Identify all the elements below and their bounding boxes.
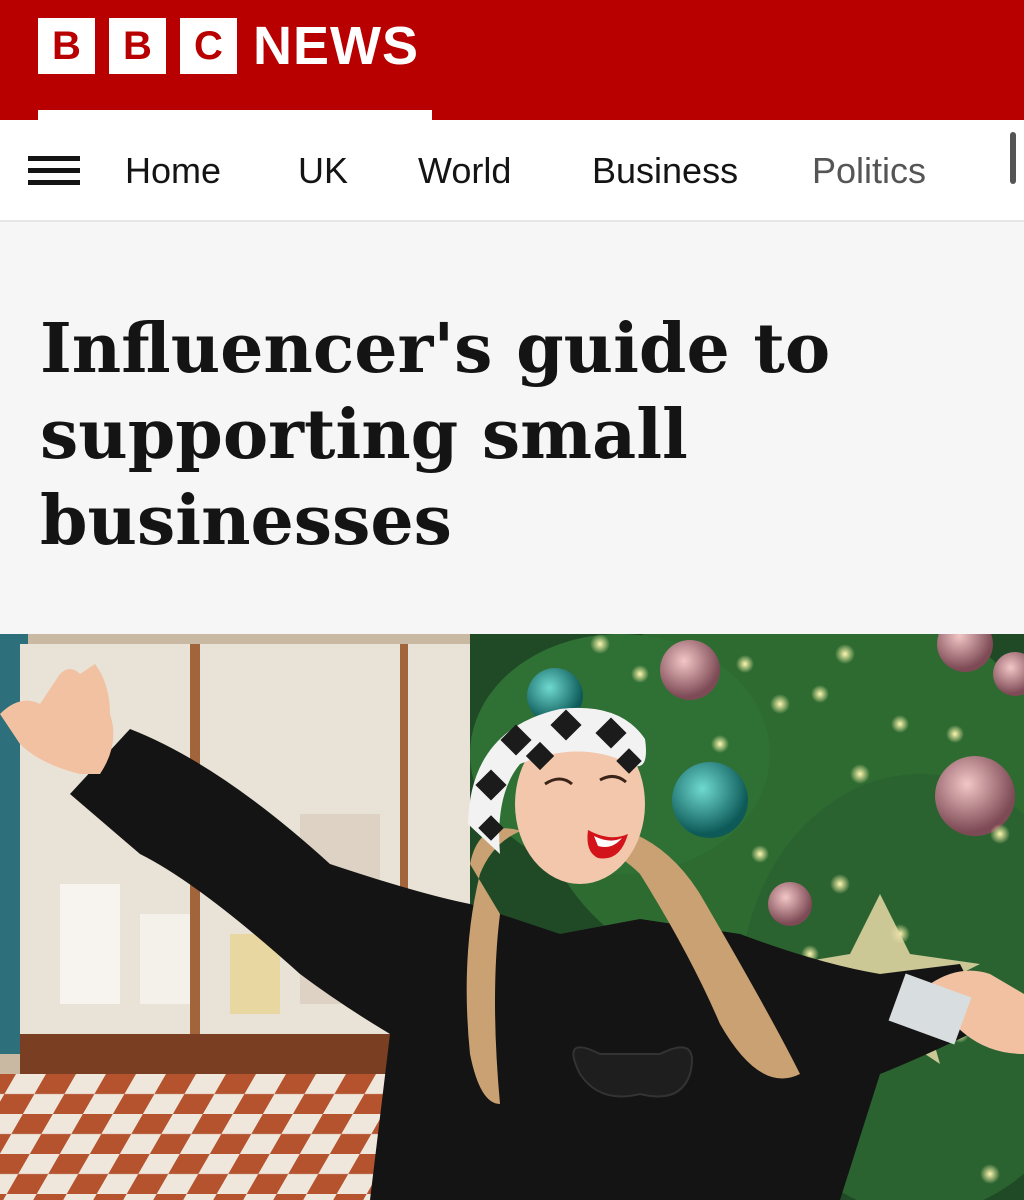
- logo-letter-b1: B: [38, 18, 95, 74]
- nav-item-business[interactable]: Business: [592, 150, 738, 192]
- hamburger-menu-icon[interactable]: [28, 156, 80, 186]
- primary-navigation: Home UK World Business Politics: [0, 120, 1024, 222]
- bbc-news-logo[interactable]: B B C NEWS: [38, 18, 419, 74]
- logo-letter-c: C: [180, 18, 237, 74]
- nav-item-home[interactable]: Home: [125, 150, 221, 192]
- logo-news-word: NEWS: [253, 16, 419, 76]
- nav-item-world[interactable]: World: [418, 150, 511, 192]
- hero-photo-illustration: [0, 634, 1024, 1200]
- logo-underline: [38, 110, 432, 120]
- headline-section: Influencer's guide to supporting small b…: [0, 224, 1024, 634]
- article-headline: Influencer's guide to supporting small b…: [40, 309, 831, 561]
- hero-image: [0, 634, 1024, 1200]
- nav-item-politics[interactable]: Politics: [812, 150, 926, 192]
- nav-item-uk[interactable]: UK: [298, 150, 348, 192]
- scrollbar[interactable]: [1010, 132, 1016, 184]
- masthead: B B C NEWS: [0, 0, 1024, 120]
- logo-letter-b2: B: [109, 18, 166, 74]
